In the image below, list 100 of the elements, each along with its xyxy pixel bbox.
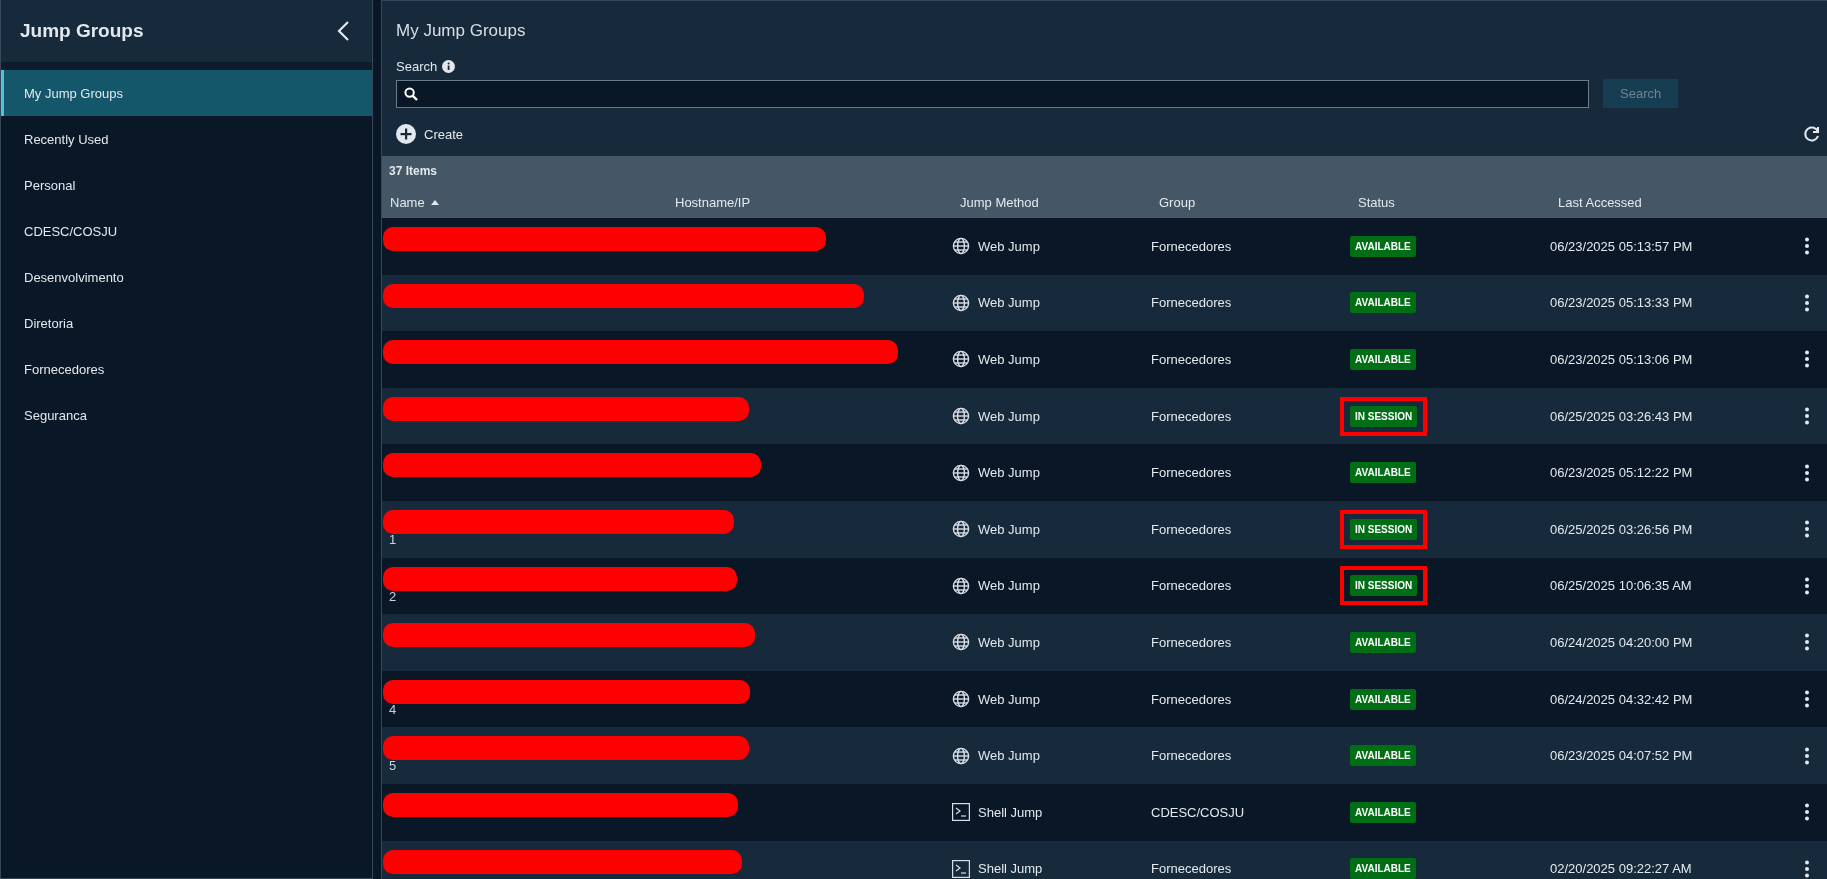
more-options-icon[interactable]: [1805, 520, 1809, 539]
status-badge: AVAILABLE: [1350, 801, 1416, 823]
status-badge: AVAILABLE: [1350, 235, 1416, 257]
globe-icon: [952, 407, 970, 426]
terminal-icon: [952, 803, 970, 822]
collapse-chevron-icon[interactable]: [336, 20, 350, 42]
more-options-icon[interactable]: [1805, 803, 1809, 822]
status-badge: AVAILABLE: [1350, 292, 1416, 314]
table-cell: Web Jump: [978, 238, 1040, 254]
more-options-icon[interactable]: [1805, 690, 1809, 709]
more-options-icon[interactable]: [1805, 746, 1809, 765]
search-label: Search: [396, 59, 438, 74]
table-cell: Web Jump: [978, 578, 1040, 594]
table-cell: Shell Jump: [978, 804, 1043, 820]
table-cell: Fornecedores: [1151, 295, 1232, 311]
search-icon: [404, 86, 418, 101]
table-cell: Fornecedores: [1151, 408, 1232, 424]
table-cell: 02/20/2025 09:22:27 AM: [1550, 861, 1692, 877]
status-badge: IN SESSION: [1350, 518, 1418, 540]
table-cell: 06/23/2025 05:12:22 PM: [1550, 465, 1693, 481]
globe-icon: [952, 633, 970, 652]
status-badge: IN SESSION: [1350, 405, 1418, 427]
table-cell: Web Jump: [978, 295, 1040, 311]
table-cell: 06/23/2025 05:13:06 PM: [1550, 352, 1693, 367]
table-cell: 06/23/2025 04:07:52 PM: [1550, 748, 1693, 764]
sidebar-item[interactable]: My Jump Groups: [1, 70, 372, 116]
status-badge: AVAILABLE: [1350, 462, 1416, 484]
table-cell: 06/24/2025 04:20:00 PM: [1550, 634, 1693, 650]
sidebar-item[interactable]: Desenvolvimento: [1, 254, 372, 300]
table-cell: Fornecedores: [1151, 748, 1232, 764]
table-cell: Fornecedores: [1151, 861, 1232, 877]
table-cell: Shell Jump: [978, 861, 1043, 877]
table-cell: Web Jump: [978, 352, 1040, 367]
status-badge: AVAILABLE: [1350, 688, 1416, 710]
table-cell-text: 5: [388, 760, 397, 773]
info-icon[interactable]: [442, 60, 456, 73]
table-cell-text: 2: [388, 590, 397, 603]
more-options-icon[interactable]: [1805, 293, 1809, 312]
table-cell-text: 4: [388, 703, 397, 716]
table-cell: 06/25/2025 10:06:35 AM: [1550, 578, 1692, 594]
more-options-icon[interactable]: [1805, 463, 1809, 482]
column-header[interactable]: Hostname/IP: [675, 194, 751, 210]
column-header[interactable]: Jump Method: [960, 194, 1039, 210]
item-count: 37 Items: [389, 163, 439, 180]
table-cell: Fornecedores: [1151, 691, 1232, 707]
search-field[interactable]: [396, 79, 1589, 108]
column-header[interactable]: Status: [1358, 194, 1395, 210]
table-cell: 06/23/2025 05:13:33 PM: [1550, 295, 1693, 311]
sidebar-item[interactable]: CDESC/COSJU: [1, 208, 372, 254]
status-badge: AVAILABLE: [1350, 745, 1416, 767]
globe-icon: [952, 463, 970, 482]
more-options-icon[interactable]: [1805, 350, 1809, 369]
globe-icon: [952, 293, 970, 312]
table-cell: Web Jump: [978, 465, 1040, 481]
sort-up-icon[interactable]: [430, 199, 439, 205]
more-options-icon[interactable]: [1805, 859, 1809, 878]
table-cell: 06/24/2025 04:32:42 PM: [1550, 691, 1693, 707]
globe-icon: [952, 690, 970, 709]
table-cell: Web Jump: [978, 691, 1040, 707]
column-header[interactable]: Last Accessed: [1558, 194, 1642, 210]
sidebar-title: Jump Groups: [20, 20, 144, 42]
sidebar-item[interactable]: Diretoria: [1, 300, 372, 346]
plus-circle-icon: [396, 124, 416, 144]
status-badge: AVAILABLE: [1350, 349, 1416, 370]
column-header[interactable]: Group: [1159, 194, 1196, 210]
status-badge: IN SESSION: [1350, 575, 1418, 597]
table-cell: 06/23/2025 05:13:57 PM: [1550, 238, 1693, 254]
page-title: My Jump Groups: [396, 21, 527, 41]
table-cell: Fornecedores: [1151, 465, 1232, 481]
table-cell: Web Jump: [978, 521, 1040, 537]
globe-icon: [952, 746, 970, 765]
globe-icon: [952, 576, 970, 595]
column-header[interactable]: Name: [390, 194, 425, 210]
table-cell-text: 1: [388, 533, 397, 546]
table-cell: Fornecedores: [1151, 521, 1232, 537]
globe-icon: [952, 237, 970, 256]
terminal-icon: [952, 859, 970, 878]
table-cell: Web Jump: [978, 408, 1040, 424]
create-button[interactable]: Create: [396, 124, 464, 144]
sidebar-item[interactable]: Recently Used: [1, 116, 372, 162]
sidebar-item[interactable]: Personal: [1, 162, 372, 208]
table-cell: Fornecedores: [1151, 352, 1232, 367]
status-badge: AVAILABLE: [1350, 631, 1416, 653]
more-options-icon[interactable]: [1805, 237, 1809, 256]
table-cell: CDESC/COSJU: [1151, 804, 1245, 820]
sidebar-item[interactable]: Fornecedores: [1, 346, 372, 392]
refresh-icon[interactable]: [1803, 125, 1821, 143]
globe-icon: [952, 520, 970, 539]
table-cell: Web Jump: [978, 748, 1040, 764]
more-options-icon[interactable]: [1805, 576, 1809, 595]
more-options-icon[interactable]: [1805, 633, 1809, 652]
table-cell: Fornecedores: [1151, 238, 1232, 254]
more-options-icon[interactable]: [1805, 407, 1809, 426]
table-cell: 06/25/2025 03:26:43 PM: [1550, 408, 1693, 424]
table-cell: 06/25/2025 03:26:56 PM: [1550, 521, 1693, 537]
table-cell: Fornecedores: [1151, 578, 1232, 594]
table-cell: Web Jump: [978, 634, 1040, 650]
sidebar-item[interactable]: Seguranca: [1, 392, 372, 438]
globe-icon: [952, 350, 970, 369]
status-badge: AVAILABLE: [1350, 858, 1416, 879]
